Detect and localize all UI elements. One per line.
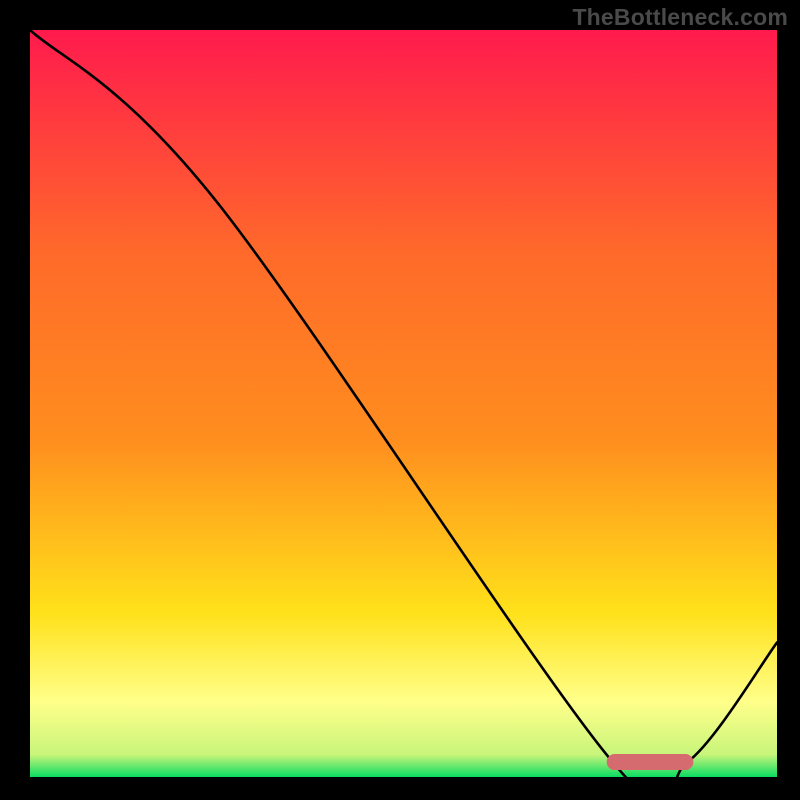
plateau-marker [607,754,694,770]
watermark-label: TheBottleneck.com [572,4,788,31]
chart-svg [0,0,800,800]
chart-container: TheBottleneck.com [0,0,800,800]
plot-background [30,30,777,777]
